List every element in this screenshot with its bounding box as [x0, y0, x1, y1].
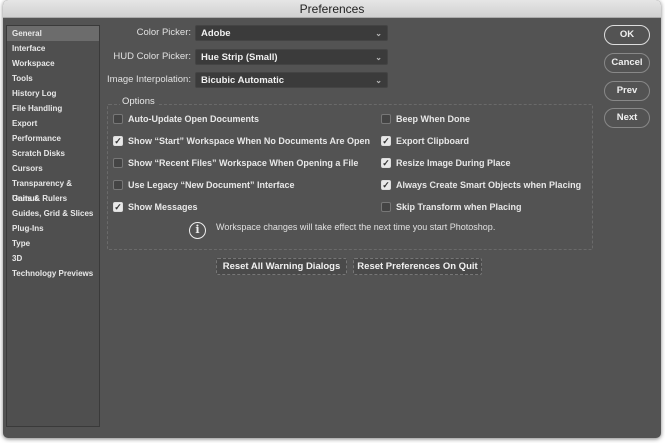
sidebar-item-technology-previews[interactable]: Technology Previews	[7, 266, 99, 281]
option-checkbox[interactable]: ✓ Export Clipboard	[381, 136, 469, 146]
sidebar-item-transparency-gamut[interactable]: Transparency & Gamut	[7, 176, 99, 203]
option-label: Show “Recent Files” Workspace When Openi…	[128, 158, 359, 168]
option-label: Skip Transform when Placing	[396, 202, 522, 212]
option-label: Always Create Smart Objects when Placing	[396, 180, 582, 190]
option-checkbox[interactable]: Skip Transform when Placing	[381, 202, 522, 212]
image-interpolation-value: Bicubic Automatic	[201, 75, 285, 86]
info-icon: i	[189, 222, 206, 239]
option-label: Export Clipboard	[396, 136, 470, 146]
checkmark-icon[interactable]: ✓	[113, 202, 123, 212]
sidebar-item-export[interactable]: Export	[7, 116, 99, 131]
option-checkbox[interactable]: Auto-Update Open Documents	[113, 114, 259, 124]
checkmark-icon[interactable]: ✓	[381, 180, 391, 190]
sidebar-item-scratch-disks[interactable]: Scratch Disks	[7, 146, 99, 161]
preferences-sidebar: General Interface Workspace Tools History Lo…	[6, 25, 100, 427]
info-message: Workspace changes will take effect the n…	[216, 222, 496, 232]
option-checkbox[interactable]: Use Legacy “New Document” Interface	[113, 180, 295, 190]
options-label: Options	[120, 96, 157, 107]
sidebar-item-performance[interactable]: Performance	[7, 131, 99, 146]
reset-preferences-button[interactable]: Reset Preferences On Quit	[353, 258, 482, 275]
sidebar-item-units-rulers[interactable]: Units & Rulers	[7, 191, 99, 206]
chevron-down-icon: ⌄	[375, 76, 382, 85]
option-checkbox[interactable]: Beep When Done	[381, 114, 470, 124]
option-label: Beep When Done	[396, 114, 471, 124]
option-label: Use Legacy “New Document” Interface	[128, 180, 295, 190]
option-checkbox[interactable]: ✓ Show Messages	[113, 202, 198, 212]
color-picker-dropdown[interactable]: Adobe ⌄	[195, 25, 388, 41]
sidebar-item-3d[interactable]: 3D	[7, 251, 99, 266]
checkbox-icon[interactable]	[381, 114, 391, 124]
next-button[interactable]: Next	[604, 108, 650, 128]
option-label: Show Messages	[128, 202, 198, 212]
checkbox-icon[interactable]	[113, 158, 123, 168]
prev-button[interactable]: Prev	[604, 81, 650, 101]
option-checkbox[interactable]: ✓ Always Create Smart Objects when Placin…	[381, 180, 581, 190]
image-interpolation-dropdown[interactable]: Bicubic Automatic ⌄	[195, 72, 388, 88]
option-checkbox[interactable]: Show “Recent Files” Workspace When Openi…	[113, 158, 358, 168]
preferences-window: Preferences General Interface Workspace Too…	[3, 0, 661, 438]
color-picker-label: Color Picker:	[136, 27, 191, 38]
hud-color-picker-label: HUD Color Picker:	[113, 51, 191, 62]
sidebar-item-history-log[interactable]: History Log	[7, 86, 99, 101]
checkmark-icon[interactable]: ✓	[381, 158, 391, 168]
option-label: Resize Image During Place	[396, 158, 511, 168]
checkmark-icon[interactable]: ✓	[113, 136, 123, 146]
option-label: Auto-Update Open Documents	[128, 114, 260, 124]
sidebar-item-type[interactable]: Type	[7, 236, 99, 251]
checkbox-icon[interactable]	[113, 180, 123, 190]
chevron-down-icon: ⌄	[375, 29, 382, 38]
hud-color-picker-value: Hue Strip (Small)	[201, 52, 278, 63]
sidebar-item-file-handling[interactable]: File Handling	[7, 101, 99, 116]
option-checkbox[interactable]: ✓ Resize Image During Place	[381, 158, 511, 168]
sidebar-item-plug-ins[interactable]: Plug-Ins	[7, 221, 99, 236]
cancel-button[interactable]: Cancel	[604, 53, 650, 73]
checkbox-icon[interactable]	[381, 202, 391, 212]
color-picker-value: Adobe	[201, 28, 231, 39]
image-interpolation-label: Image Interpolation:	[107, 74, 191, 85]
hud-color-picker-dropdown[interactable]: Hue Strip (Small) ⌄	[195, 49, 388, 65]
window-title: Preferences	[3, 0, 661, 18]
sidebar-item-cursors[interactable]: Cursors	[7, 161, 99, 176]
checkmark-icon[interactable]: ✓	[381, 136, 391, 146]
reset-warning-dialogs-button[interactable]: Reset All Warning Dialogs	[216, 258, 347, 275]
checkbox-icon[interactable]	[113, 114, 123, 124]
option-label: Show “Start” Workspace When No Documents…	[128, 136, 371, 146]
option-checkbox[interactable]: ✓ Show “Start” Workspace When No Document…	[113, 136, 370, 146]
ok-button[interactable]: OK	[604, 25, 650, 45]
chevron-down-icon: ⌄	[375, 53, 382, 62]
sidebar-item-guides-grid-slices[interactable]: Guides, Grid & Slices	[7, 206, 99, 221]
